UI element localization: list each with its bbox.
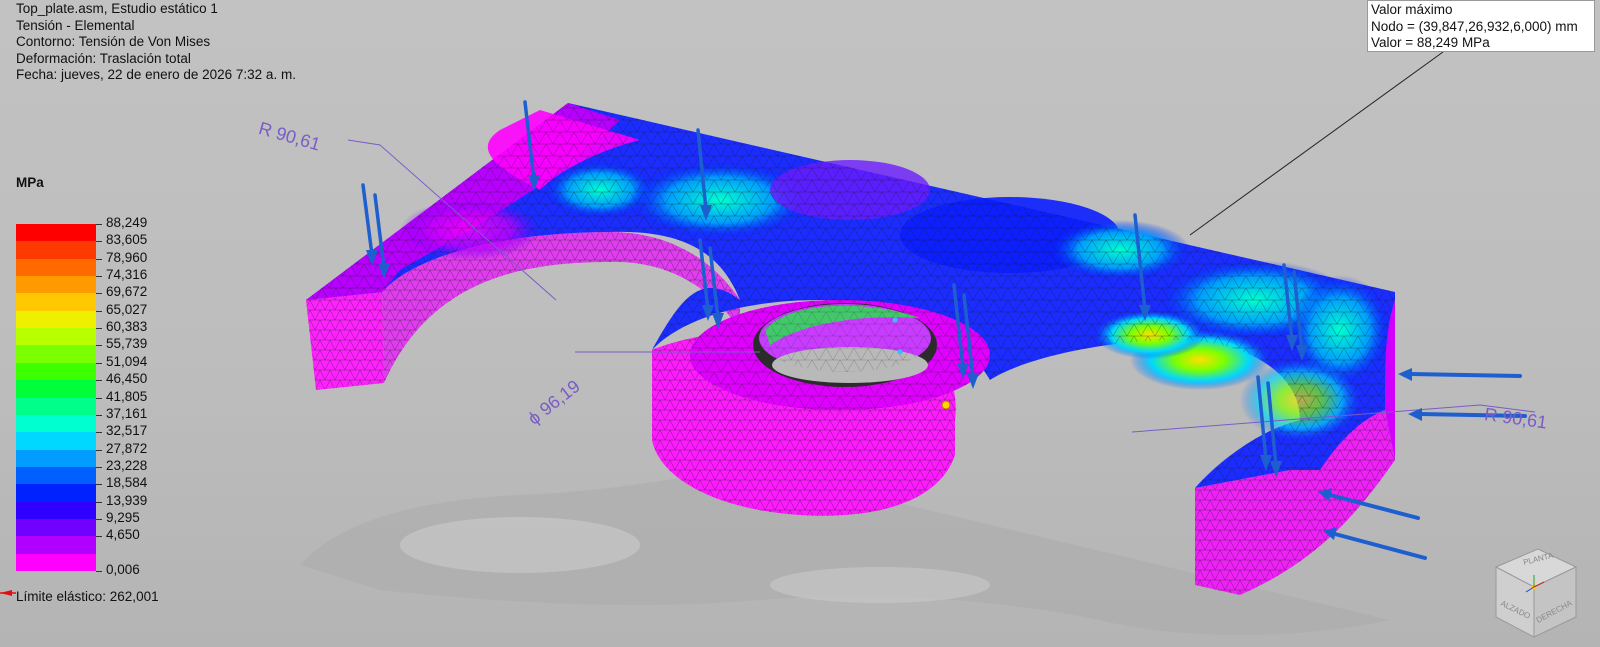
legend-tick <box>96 484 102 486</box>
legend-tick <box>96 432 102 434</box>
legend-color-band <box>16 293 96 312</box>
legend-color-band <box>16 224 96 242</box>
legend-color-band <box>16 466 96 485</box>
legend-color-band <box>16 553 96 572</box>
legend-value-label: 9,295 <box>106 509 140 525</box>
legend-color-band <box>16 536 96 555</box>
max-value-annotation[interactable]: Valor máximo Nodo = (39,847,26,932,6,000… <box>1367 0 1595 52</box>
legend-value-label: 13,939 <box>106 492 148 508</box>
legend-value-label: 78,960 <box>106 249 148 265</box>
legend-value-label: 55,739 <box>106 336 148 352</box>
yield-arrow-icon <box>0 590 16 596</box>
legend-value-label: 60,383 <box>106 319 148 335</box>
legend-value-label: 83,605 <box>106 232 148 248</box>
legend-value-label: 27,872 <box>106 440 148 456</box>
legend-tick <box>96 449 102 451</box>
legend-units: MPa <box>16 175 44 190</box>
legend-tick <box>96 362 102 364</box>
study-title: Top_plate.asm, Estudio estático 1 <box>16 1 218 16</box>
legend-value-label: 74,316 <box>106 267 148 283</box>
legend-color-band <box>16 241 96 260</box>
legend-color-band <box>16 397 96 416</box>
legend-tick <box>96 518 102 520</box>
legend-tick <box>96 328 102 330</box>
legend-color-band <box>16 501 96 520</box>
max-value-node: Nodo = (39,847,26,932,6,000) mm <box>1371 18 1578 34</box>
legend-value-label: 69,672 <box>106 284 148 300</box>
legend-value-label: 18,584 <box>106 475 148 491</box>
legend-color-band <box>16 449 96 468</box>
legend-color-band <box>16 328 96 346</box>
view-cube[interactable]: PLANTA ALZADO DERECHA <box>1488 545 1580 641</box>
deformation-type: Deformación: Traslación total <box>16 50 191 66</box>
legend-color-band <box>16 518 96 537</box>
legend-color-band <box>16 484 96 503</box>
study-date: Fecha: jueves, 22 de enero de 2026 7:32 … <box>16 67 296 82</box>
max-value-title: Valor máximo <box>1371 2 1453 17</box>
legend-tick <box>96 501 102 503</box>
legend-value-label: 0,006 <box>106 562 140 577</box>
contour-type: Contorno: Tensión de Von Mises <box>16 34 211 49</box>
max-value-value: Valor = 88,249 MPa <box>1371 35 1490 50</box>
legend-color-band <box>16 380 96 398</box>
legend-color-band <box>16 345 96 364</box>
legend-tick <box>96 414 102 416</box>
legend-tick <box>96 241 102 243</box>
legend-value-label: 46,450 <box>106 371 148 387</box>
model-view[interactable] <box>0 0 1600 647</box>
legend-color-band <box>16 310 96 329</box>
study-info-panel: Top_plate.asm, Estudio estático 1 Tensió… <box>16 1 296 84</box>
legend-tick <box>96 345 102 347</box>
legend-tick <box>96 258 102 260</box>
legend-value-label: 51,094 <box>106 353 148 369</box>
legend-tick <box>96 224 102 225</box>
legend-value-label: 41,805 <box>106 388 148 404</box>
yield-strength-label: Límite elástico: 262,001 <box>16 589 159 604</box>
legend-color-band <box>16 258 96 277</box>
legend-tick <box>96 397 102 399</box>
legend-color-band <box>16 414 96 433</box>
legend-tick <box>96 536 102 538</box>
legend-tick <box>96 293 102 295</box>
legend-tick <box>96 276 102 278</box>
legend-color-band <box>16 432 96 451</box>
legend-color-band <box>16 362 96 381</box>
graphics-viewport[interactable]: R 90,61 ϕ 96,19 R 90,61 Top_plate.asm, E… <box>0 0 1600 647</box>
legend-value-label: 88,249 <box>106 215 148 230</box>
legend-tick <box>96 571 102 572</box>
legend-value-label: 65,027 <box>106 301 148 317</box>
legend-tick <box>96 466 102 468</box>
result-type: Tensión - Elemental <box>16 17 135 33</box>
legend-value-label: 23,228 <box>106 457 148 473</box>
legend-tick <box>96 380 102 382</box>
legend-value-label: 37,161 <box>106 405 148 421</box>
legend-color-band <box>16 276 96 294</box>
legend-value-label: 4,650 <box>106 527 140 543</box>
legend-value-label: 32,517 <box>106 423 148 439</box>
legend-tick <box>96 310 102 312</box>
